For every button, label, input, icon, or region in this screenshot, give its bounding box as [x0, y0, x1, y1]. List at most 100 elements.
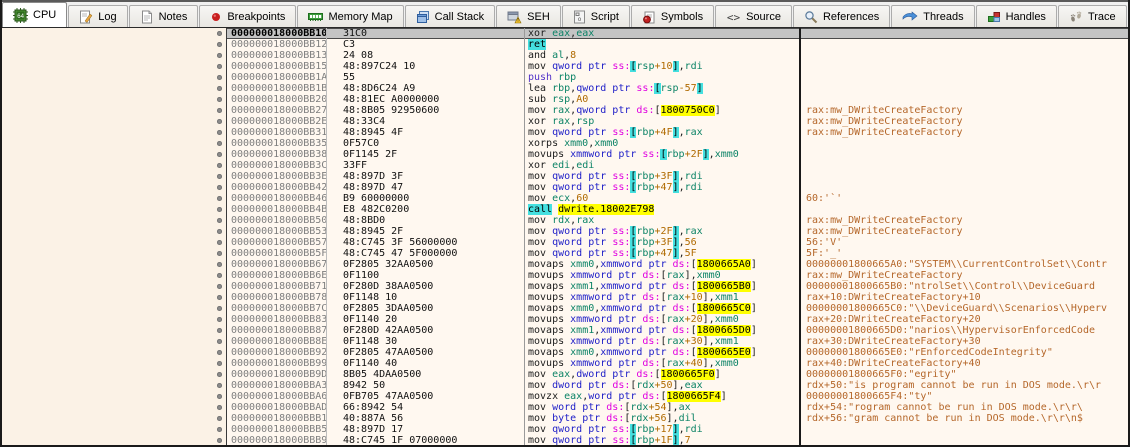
breakpoint-dot[interactable]: [217, 372, 222, 377]
tab-symbols[interactable]: Symbols: [630, 5, 715, 27]
breakpoint-gutter[interactable]: [213, 94, 227, 105]
disasm-row[interactable]: 000000018000BB4B E8 482C0200 call dwrite.1…: [213, 204, 1128, 215]
disasm-row[interactable]: 000000018000BBB5 48:897D 17 mov qword ptr …: [213, 424, 1128, 435]
breakpoint-dot[interactable]: [217, 273, 222, 278]
breakpoint-gutter[interactable]: [213, 116, 227, 127]
breakpoint-gutter[interactable]: [213, 72, 227, 83]
breakpoint-dot[interactable]: [217, 416, 222, 421]
breakpoint-dot[interactable]: [217, 218, 222, 223]
breakpoint-gutter[interactable]: [213, 270, 227, 281]
disasm-row[interactable]: 000000018000BB15 48:897C24 10 mov qword pt…: [213, 61, 1128, 72]
disasm-row[interactable]: 000000018000BB78 0F1148 10 movups xmmword …: [213, 292, 1128, 303]
disasm-row[interactable]: 000000018000BB35 0F57C0 xorps xmm0,xmm0: [213, 138, 1128, 149]
breakpoint-dot[interactable]: [217, 53, 222, 58]
breakpoint-dot[interactable]: [217, 251, 222, 256]
disasm-row[interactable]: 000000018000BBA3 8942 50 mov dword ptr ds:…: [213, 380, 1128, 391]
breakpoint-gutter[interactable]: [213, 292, 227, 303]
breakpoint-dot[interactable]: [217, 284, 222, 289]
breakpoint-gutter[interactable]: [213, 215, 227, 226]
breakpoint-gutter[interactable]: [213, 127, 227, 138]
breakpoint-gutter[interactable]: [213, 424, 227, 435]
breakpoint-gutter[interactable]: [213, 226, 227, 237]
breakpoint-gutter[interactable]: [213, 325, 227, 336]
breakpoint-gutter[interactable]: [213, 160, 227, 171]
breakpoint-dot[interactable]: [217, 229, 222, 234]
breakpoint-gutter[interactable]: [213, 171, 227, 182]
breakpoint-dot[interactable]: [217, 152, 222, 157]
disasm-row[interactable]: 000000018000BB1A 55 push rbp: [213, 72, 1128, 83]
breakpoint-dot[interactable]: [217, 383, 222, 388]
disasm-row[interactable]: 000000018000BBA6 0FB705 47AA0500 movzx eax…: [213, 391, 1128, 402]
tab-script[interactable]: o Script: [561, 5, 630, 27]
disasm-row[interactable]: 000000018000BB67 0F2805 32AA0500 movaps xm…: [213, 259, 1128, 270]
breakpoint-dot[interactable]: [217, 64, 222, 69]
tab-breakpoints[interactable]: Breakpoints: [199, 5, 297, 27]
breakpoint-dot[interactable]: [217, 97, 222, 102]
disasm-row[interactable]: 000000018000BB27 48:8B05 92950600 mov rax,…: [213, 105, 1128, 116]
breakpoint-dot[interactable]: [217, 86, 222, 91]
breakpoint-gutter[interactable]: [213, 314, 227, 325]
breakpoint-dot[interactable]: [217, 108, 222, 113]
breakpoint-gutter[interactable]: [213, 435, 227, 445]
breakpoint-dot[interactable]: [217, 339, 222, 344]
breakpoint-gutter[interactable]: [213, 347, 227, 358]
breakpoint-dot[interactable]: [217, 328, 222, 333]
disasm-row[interactable]: 000000018000BB92 0F2805 47AA0500 movaps xm…: [213, 347, 1128, 358]
breakpoint-dot[interactable]: [217, 361, 222, 366]
breakpoint-dot[interactable]: [217, 427, 222, 432]
breakpoint-dot[interactable]: [217, 438, 222, 443]
disasm-row[interactable]: 000000018000BB50 48:8BD0 mov rdx,rax rax:mw…: [213, 215, 1128, 226]
breakpoint-gutter[interactable]: [213, 303, 227, 314]
breakpoint-gutter[interactable]: [213, 28, 227, 39]
disasm-row[interactable]: 000000018000BB13 24 08 and al,8: [213, 50, 1128, 61]
breakpoint-dot[interactable]: [217, 42, 222, 47]
tab-handles[interactable]: Handles: [975, 5, 1057, 27]
disasm-row[interactable]: 000000018000BBB1 40:887A 56 mov byte ptr d…: [213, 413, 1128, 424]
disasm-row[interactable]: 000000018000BB42 48:897D 47 mov qword ptr …: [213, 182, 1128, 193]
disasm-row[interactable]: 000000018000BB8E 0F1148 30 movups xmmword …: [213, 336, 1128, 347]
disasm-row[interactable]: 000000018000BB71 0F280D 38AA0500 movaps xm…: [213, 281, 1128, 292]
disasm-row[interactable]: 000000018000BB6E 0F1100 movups xmmword ptr…: [213, 270, 1128, 281]
disasm-row[interactable]: 000000018000BB7C 0F2805 3DAA0500 movaps xm…: [213, 303, 1128, 314]
tab-source[interactable]: <> Source: [715, 5, 792, 27]
disasm-row[interactable]: 000000018000BB57 48:C745 3F 56000000 mov q…: [213, 237, 1128, 248]
breakpoint-dot[interactable]: [217, 119, 222, 124]
disasm-row[interactable]: 000000018000BB3C 33FF xor edi,edi: [213, 160, 1128, 171]
breakpoint-gutter[interactable]: [213, 61, 227, 72]
breakpoint-gutter[interactable]: [213, 39, 227, 50]
breakpoint-dot[interactable]: [217, 185, 222, 190]
disasm-row[interactable]: 000000018000BB2E 48:33C4 xor rax,rsp rax:mw…: [213, 116, 1128, 127]
breakpoint-gutter[interactable]: [213, 369, 227, 380]
breakpoint-dot[interactable]: [217, 306, 222, 311]
breakpoint-dot[interactable]: [217, 295, 222, 300]
disasm-row[interactable]: 000000018000BB99 0F1140 40 movups xmmword …: [213, 358, 1128, 369]
breakpoint-dot[interactable]: [217, 75, 222, 80]
breakpoint-dot[interactable]: [217, 174, 222, 179]
breakpoint-dot[interactable]: [217, 163, 222, 168]
tab-references[interactable]: References: [792, 5, 891, 27]
breakpoint-gutter[interactable]: [213, 83, 227, 94]
breakpoint-dot[interactable]: [217, 350, 222, 355]
breakpoint-gutter[interactable]: [213, 204, 227, 215]
breakpoint-dot[interactable]: [217, 141, 222, 146]
disasm-row[interactable]: 000000018000BB5F 48:C745 47 5F000000 mov q…: [213, 248, 1128, 259]
disasm-row[interactable]: 000000018000BBAD 66:8942 54 mov word ptr d…: [213, 402, 1128, 413]
breakpoint-gutter[interactable]: [213, 281, 227, 292]
breakpoint-gutter[interactable]: [213, 336, 227, 347]
breakpoint-gutter[interactable]: [213, 248, 227, 259]
disasm-row[interactable]: 000000018000BB83 0F1140 20 movups xmmword …: [213, 314, 1128, 325]
breakpoint-dot[interactable]: [217, 394, 222, 399]
breakpoint-gutter[interactable]: [213, 402, 227, 413]
disasm-row[interactable]: 000000018000BBB9 48:C745 1F 07000000 mov q…: [213, 435, 1128, 445]
disasm-row[interactable]: 000000018000BB20 48:81EC A0000000 sub rsp,…: [213, 94, 1128, 105]
breakpoint-gutter[interactable]: [213, 380, 227, 391]
breakpoint-gutter[interactable]: [213, 149, 227, 160]
tab-seh[interactable]: ! SEH: [496, 5, 561, 27]
breakpoint-dot[interactable]: [217, 317, 222, 322]
breakpoint-dot[interactable]: [217, 207, 222, 212]
tab-notes[interactable]: Notes: [128, 5, 199, 27]
breakpoint-gutter[interactable]: [213, 182, 227, 193]
tab-cpu[interactable]: 64 CPU: [2, 2, 68, 27]
breakpoint-dot[interactable]: [217, 31, 222, 36]
breakpoint-gutter[interactable]: [213, 193, 227, 204]
